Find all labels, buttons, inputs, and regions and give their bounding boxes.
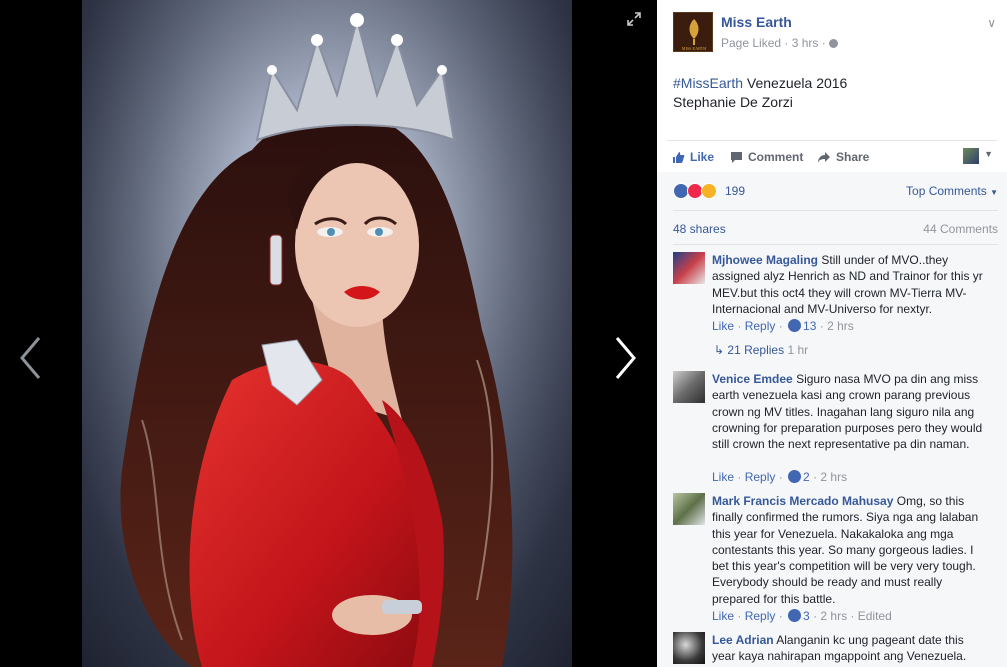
comment-item: Lee Adrian Alanganin kc ung pageant date… bbox=[673, 632, 998, 667]
avatar[interactable] bbox=[673, 493, 705, 525]
chevron-right-icon bbox=[615, 337, 636, 379]
comment-like-link[interactable]: Like bbox=[712, 609, 734, 623]
comment-actions: Like · Reply · 2 · 2 hrs bbox=[712, 470, 848, 484]
comment-text: Lee Adrian Alanganin kc ung pageant date… bbox=[712, 633, 967, 664]
reactions-and-comments: 199 Top Comments ▼ 48 shares 44 Comments… bbox=[657, 172, 1007, 667]
viewer-avatar[interactable] bbox=[963, 148, 979, 164]
comment-time[interactable]: 2 hrs bbox=[820, 470, 847, 484]
post-sidebar: MISS EARTH Miss Earth Page Liked · 3 hrs… bbox=[657, 0, 1007, 667]
comment-author[interactable]: Mark Francis Mercado Mahusay bbox=[712, 494, 893, 508]
portrait-illustration bbox=[82, 0, 572, 667]
comment-reply-link[interactable]: Reply bbox=[745, 319, 776, 333]
comment-text: Mark Francis Mercado Mahusay Omg, so thi… bbox=[712, 494, 979, 606]
comment-author[interactable]: Lee Adrian bbox=[712, 633, 774, 647]
comment-item: Venice Emdee Siguro nasa MVO pa din ang … bbox=[673, 371, 998, 484]
comment-button[interactable]: Comment bbox=[730, 150, 803, 164]
avatar[interactable] bbox=[673, 252, 705, 284]
like-badge-icon bbox=[788, 609, 802, 622]
comment-text: Mjhowee Magaling Still under of MVO..the… bbox=[712, 253, 983, 316]
page-header: MISS EARTH Miss Earth Page Liked · 3 hrs… bbox=[673, 12, 998, 56]
comment-reply-link[interactable]: Reply bbox=[745, 470, 776, 484]
previous-photo-arrow[interactable] bbox=[12, 330, 52, 386]
comment-actions: Like · Reply · 13 · 2 hrs bbox=[712, 319, 854, 333]
comment-like-count[interactable]: 3 bbox=[803, 609, 810, 623]
reaction-count[interactable]: 199 bbox=[725, 184, 745, 198]
comment-time[interactable]: 2 hrs · Edited bbox=[820, 609, 891, 623]
comment-time[interactable]: 2 hrs bbox=[827, 319, 854, 333]
reply-arrow-icon: ↳ bbox=[714, 343, 725, 357]
next-photo-arrow[interactable] bbox=[604, 330, 644, 386]
wow-reaction-icon bbox=[701, 183, 717, 199]
comment-like-link[interactable]: Like bbox=[712, 470, 734, 484]
comment-reply-link[interactable]: Reply bbox=[745, 609, 776, 623]
post-meta: Page Liked · 3 hrs · bbox=[721, 36, 838, 50]
like-badge-icon bbox=[788, 319, 802, 332]
comment-like-link[interactable]: Like bbox=[712, 319, 734, 333]
divider bbox=[673, 244, 998, 245]
reaction-summary: 199 Top Comments ▼ bbox=[673, 183, 998, 201]
comment-like-count[interactable]: 13 bbox=[803, 319, 816, 333]
globe-icon bbox=[828, 39, 838, 48]
post-photo[interactable] bbox=[82, 0, 572, 667]
miss-earth-logo: MISS EARTH bbox=[674, 13, 712, 51]
hashtag-link[interactable]: #MissEarth bbox=[673, 75, 743, 91]
comment-icon bbox=[731, 152, 742, 163]
fullscreen-icon[interactable] bbox=[625, 10, 643, 28]
comment-text: Venice Emdee Siguro nasa MVO pa din ang … bbox=[712, 372, 983, 452]
comment-item: Mark Francis Mercado Mahusay Omg, so thi… bbox=[673, 493, 998, 623]
like-button[interactable]: Like bbox=[672, 150, 714, 164]
shares-row: 48 shares 44 Comments bbox=[673, 210, 998, 240]
chevron-down-icon[interactable]: ∨ bbox=[987, 16, 996, 30]
like-badge-icon bbox=[788, 470, 802, 483]
post-caption: #MissEarth Venezuela 2016 Stephanie De Z… bbox=[673, 75, 848, 110]
comment-author[interactable]: Mjhowee Magaling bbox=[712, 253, 818, 267]
comment-author[interactable]: Venice Emdee bbox=[712, 372, 793, 386]
comment-count: 44 Comments bbox=[923, 222, 998, 236]
post-actions-bar: Like Comment Share ▼ bbox=[667, 140, 997, 172]
view-replies-link[interactable]: ↳ 21 Replies 1 hr bbox=[714, 343, 808, 357]
share-icon bbox=[818, 152, 830, 163]
page-name[interactable]: Miss Earth bbox=[721, 14, 792, 30]
shares-link[interactable]: 48 shares bbox=[673, 222, 726, 236]
avatar[interactable] bbox=[673, 632, 705, 664]
comment-like-count[interactable]: 2 bbox=[803, 470, 810, 484]
top-comments-dropdown[interactable]: Top Comments ▼ bbox=[906, 184, 998, 198]
thumbs-up-icon bbox=[673, 152, 685, 163]
chevron-left-icon bbox=[20, 337, 41, 379]
chevron-down-icon[interactable]: ▼ bbox=[984, 149, 993, 159]
comment-item: Mjhowee Magaling Still under of MVO..the… bbox=[673, 252, 998, 364]
avatar[interactable] bbox=[673, 371, 705, 403]
comment-actions: Like · Reply · 3 · 2 hrs · Edited bbox=[712, 609, 892, 623]
photo-viewer bbox=[0, 0, 657, 667]
share-button[interactable]: Share bbox=[817, 150, 869, 164]
page-avatar[interactable]: MISS EARTH bbox=[673, 12, 713, 52]
caret-down-icon: ▼ bbox=[990, 188, 998, 197]
svg-text:MISS EARTH: MISS EARTH bbox=[682, 46, 707, 51]
